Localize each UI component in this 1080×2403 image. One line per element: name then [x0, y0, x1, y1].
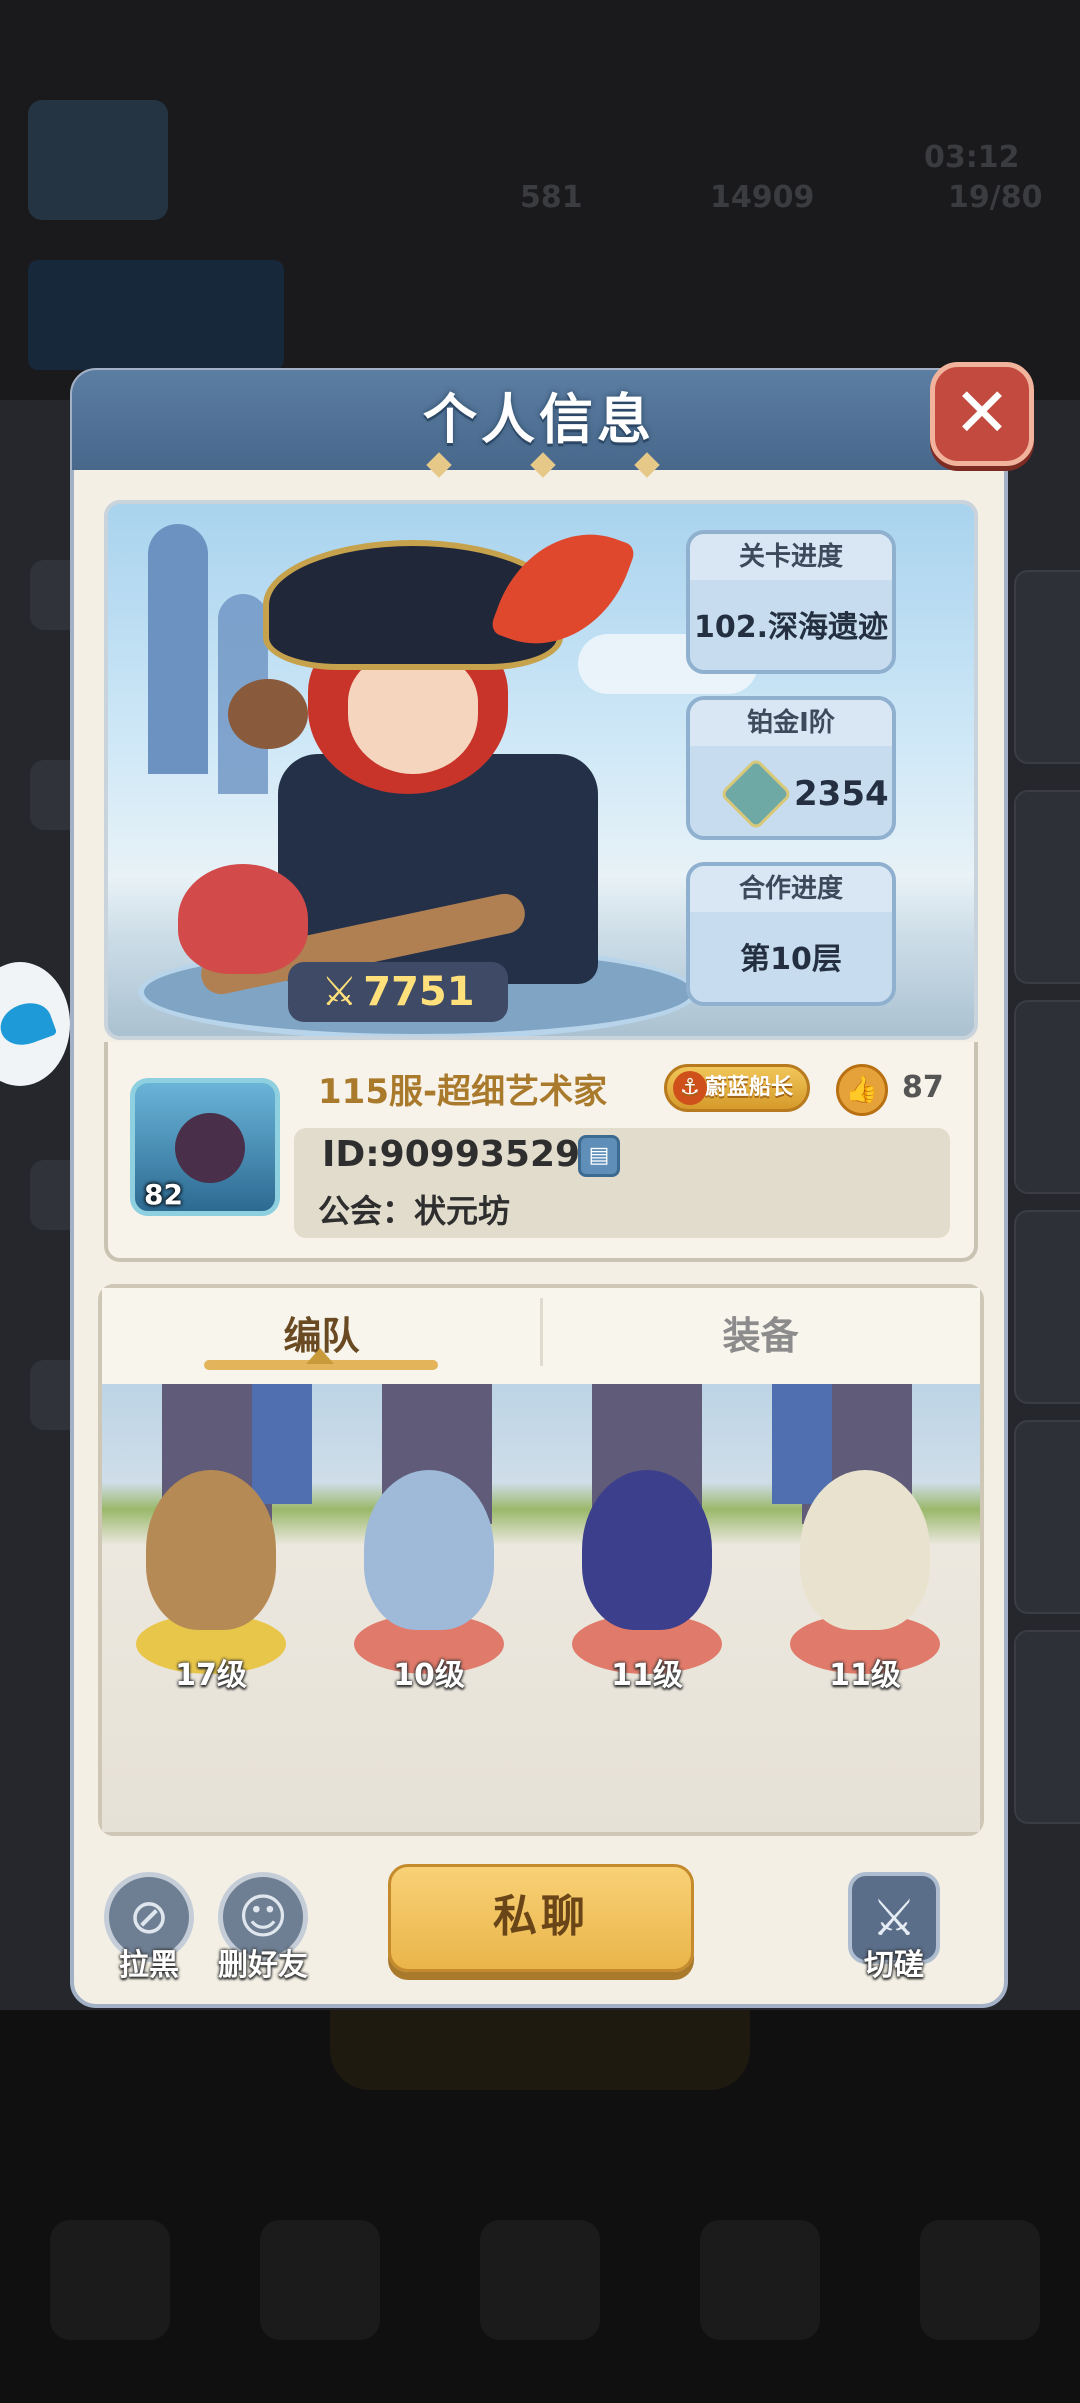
like-count: 87 [902, 1070, 944, 1105]
sword-icon: ⚔ [321, 969, 358, 1015]
rank-points: 2354 [794, 774, 889, 814]
coop-progress-value: 第10层 [740, 942, 842, 977]
background-gem-count: 581 [520, 180, 583, 215]
rank-emblem-icon [719, 757, 793, 831]
coop-progress-label: 合作进度 [690, 866, 892, 912]
background-right-tab [1014, 1210, 1080, 1404]
copy-id-button[interactable]: ▤ [578, 1135, 620, 1177]
rank-label: 铂金I阶 [690, 700, 892, 746]
combat-power-value: 7751 [363, 969, 475, 1015]
background-nav-icon [920, 2220, 1040, 2340]
coop-progress-card: 合作进度 第10层 [686, 862, 896, 1006]
team-unit-2[interactable] [364, 1470, 494, 1630]
team-unit-1[interactable] [146, 1470, 276, 1630]
stage-progress-value: 102.深海遗迹 [693, 610, 889, 645]
background-gold-count: 14909 [710, 180, 815, 215]
tab-divider [540, 1298, 543, 1366]
scene-banner [252, 1384, 312, 1504]
hero-octopus-pet [178, 864, 308, 974]
background-right-tab [1014, 790, 1080, 984]
tab-active-arrow-icon [306, 1348, 334, 1364]
anchor-icon: ⚓ [673, 1071, 707, 1105]
castle-tower [148, 524, 208, 774]
team-unit-3[interactable] [582, 1470, 712, 1630]
wave-icon [0, 996, 58, 1052]
background-avatar [28, 100, 168, 220]
thumbs-up-icon: 👍 [845, 1075, 879, 1105]
background-right-tab [1014, 1420, 1080, 1614]
unit-level: 17级 [175, 1658, 247, 1693]
player-name: 115服-超细艺术家 [318, 1072, 608, 1112]
tab-equipment[interactable]: 装备 [541, 1288, 980, 1384]
scene-banner [772, 1384, 832, 1504]
team-unit-4[interactable] [800, 1470, 930, 1630]
crossed-swords-icon: ⚔ [871, 1889, 917, 1947]
background-nav-icon [480, 2220, 600, 2340]
remove-friend-icon: ☺ [237, 1889, 289, 1945]
avatar-portrait [175, 1113, 245, 1183]
background-right-tab [1014, 1000, 1080, 1194]
background-bottom-button [330, 2010, 750, 2090]
like-button[interactable]: 👍 [836, 1064, 888, 1116]
unit-level: 11级 [611, 1658, 683, 1693]
background-right-tab [1014, 570, 1080, 764]
background-timer: 03:12 [924, 140, 1020, 175]
remove-friend-label: 删好友 [218, 1948, 308, 1983]
block-icon: ⊘ [128, 1889, 170, 1945]
title-badge-label: 蔚蓝船长 [704, 1075, 793, 1100]
background-stamina-count: 19/80 [948, 180, 1043, 215]
background-event-banner [28, 260, 284, 370]
avatar-level: 82 [144, 1178, 183, 1211]
background-nav-icon [700, 2220, 820, 2340]
player-id: ID:90993529 [322, 1134, 581, 1175]
unit-level: 10级 [393, 1658, 465, 1693]
rank-card: 铂金I阶 2354 [686, 696, 896, 840]
hero-monkey-pet [228, 679, 308, 749]
combat-power-badge: ⚔ 7751 [288, 962, 508, 1022]
background-nav-icon [260, 2220, 380, 2340]
duel-label: 切磋 [864, 1948, 924, 1983]
private-chat-button[interactable]: 私聊 [388, 1864, 694, 1972]
stage-progress-card: 关卡进度 102.深海遗迹 [686, 530, 896, 674]
background-nav-icon [50, 2220, 170, 2340]
close-x-icon: ✕ [953, 374, 1011, 453]
hero-face [348, 654, 478, 774]
close-button[interactable]: ✕ [930, 362, 1034, 466]
guild-name: 公会：状元坊 [318, 1192, 511, 1230]
background-right-tab [1014, 1630, 1080, 1824]
stage-progress-label: 关卡进度 [690, 534, 892, 580]
copy-icon: ▤ [588, 1143, 610, 1168]
title-badge[interactable]: ⚓ 蔚蓝船长 [664, 1064, 810, 1112]
unit-level: 11级 [829, 1658, 901, 1693]
